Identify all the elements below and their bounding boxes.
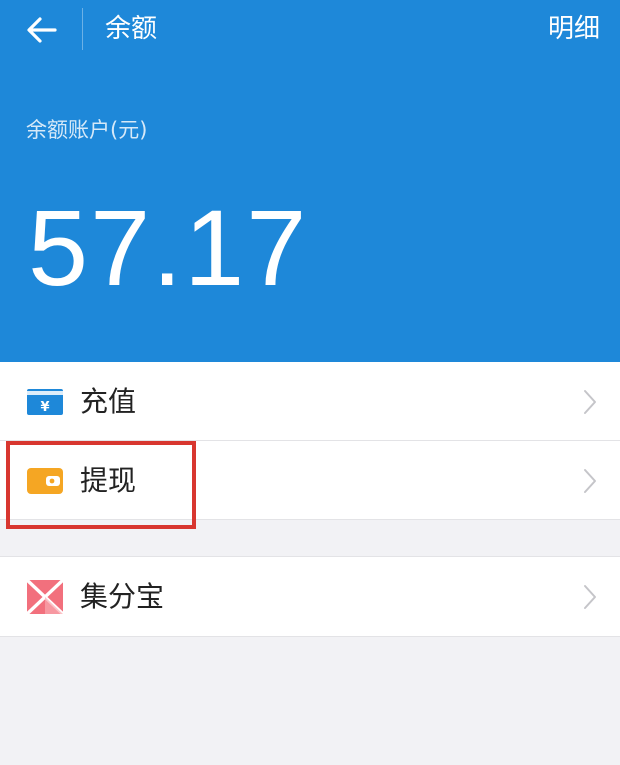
header-divider <box>82 8 83 50</box>
jifenbao-label: 集分宝 <box>80 580 165 613</box>
funds-actions-list: ¥ 充值 提现 <box>0 362 620 520</box>
withdraw-wallet-icon <box>27 468 63 494</box>
arrow-left-icon <box>27 17 57 43</box>
detail-link[interactable]: 明细 <box>548 12 600 46</box>
balance-header: 余额 明细 余额账户(元) 57.17 <box>0 0 620 362</box>
recharge-label: 充值 <box>80 385 137 418</box>
points-list: 集分宝 <box>0 556 620 637</box>
withdraw-label: 提现 <box>80 464 137 497</box>
chevron-right-icon <box>584 469 596 493</box>
list-item-withdraw[interactable]: 提现 <box>0 441 620 520</box>
list-item-jifenbao[interactable]: 集分宝 <box>0 557 620 636</box>
balance-amount: 57.17 <box>28 187 309 308</box>
account-label: 余额账户(元) <box>26 118 148 142</box>
recharge-card-icon: ¥ <box>27 389 63 415</box>
chevron-right-icon <box>584 585 596 609</box>
chevron-right-icon <box>584 390 596 414</box>
yen-glyph: ¥ <box>40 400 49 415</box>
list-item-recharge[interactable]: ¥ 充值 <box>0 362 620 441</box>
back-button[interactable] <box>22 10 62 50</box>
jifenbao-icon <box>26 579 64 615</box>
page-title: 余额 <box>105 14 158 44</box>
